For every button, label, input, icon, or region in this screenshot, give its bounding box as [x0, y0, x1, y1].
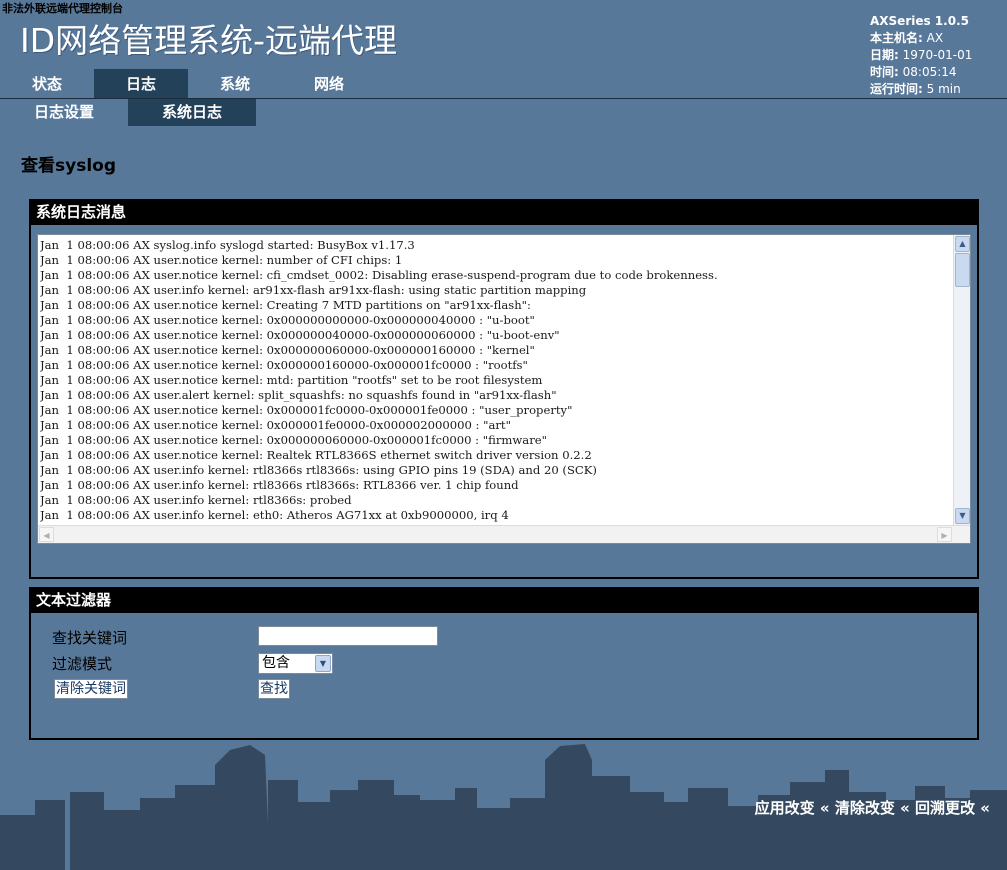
log-line: Jan 1 08:00:06 AX user.notice kernel: Cr…: [40, 298, 531, 312]
date-row: 日期: 1970-01-01: [870, 47, 972, 64]
separator-3: «: [980, 799, 990, 817]
search-button[interactable]: 查找: [258, 679, 290, 699]
keyword-input[interactable]: [258, 626, 438, 646]
tab-log[interactable]: 日志: [94, 69, 188, 99]
clear-keyword-button[interactable]: 清除关键词: [54, 679, 128, 699]
log-line: Jan 1 08:00:06 AX user.notice kernel: 0x…: [40, 343, 535, 357]
scroll-right-icon[interactable]: ▶: [937, 527, 952, 542]
log-line: Jan 1 08:00:06 AX user.info kernel: rtl8…: [40, 463, 597, 477]
tab-status[interactable]: 状态: [0, 69, 94, 99]
hostname-row: 本主机名: AX: [870, 30, 972, 47]
clear-changes-link[interactable]: 清除改变: [835, 799, 895, 817]
log-line: Jan 1 08:00:06 AX syslog.info syslogd st…: [40, 238, 415, 252]
sub-nav: 日志设置 系统日志: [0, 99, 1007, 126]
scroll-down-icon[interactable]: ▼: [955, 508, 970, 524]
subtab-log-settings[interactable]: 日志设置: [0, 99, 128, 126]
filter-mode-label: 过滤模式: [52, 655, 113, 673]
app-title: ID网络管理系统-远端代理: [20, 21, 398, 60]
scroll-up-icon[interactable]: ▲: [955, 236, 970, 252]
vertical-scrollbar[interactable]: ▲ ▼: [953, 235, 970, 525]
log-textarea[interactable]: Jan 1 08:00:06 AX syslog.info syslogd st…: [37, 234, 971, 544]
date-label: 日期:: [870, 48, 899, 62]
scroll-left-icon[interactable]: ◀: [39, 527, 54, 542]
log-line: Jan 1 08:00:06 AX user.info kernel: ar91…: [40, 283, 587, 297]
log-line: Jan 1 08:00:06 AX user.info kernel: eth0…: [40, 508, 509, 522]
log-line: Jan 1 08:00:06 AX user.info kernel: rtl8…: [40, 493, 352, 507]
main-nav: 状态 日志 系统 网络: [0, 69, 1007, 99]
filter-mode-value: 包含: [262, 655, 290, 671]
log-line: Jan 1 08:00:06 AX user.notice kernel: 0x…: [40, 313, 535, 327]
log-line: Jan 1 08:00:06 AX user.notice kernel: 0x…: [40, 328, 560, 342]
section-header: 文本过滤器: [31, 589, 977, 613]
tab-system[interactable]: 系统: [188, 69, 282, 99]
version-text: AXSeries 1.0.5: [870, 14, 969, 28]
log-line: Jan 1 08:00:06 AX user.notice kernel: 0x…: [40, 358, 528, 372]
page-title: 查看syslog: [21, 156, 116, 176]
log-line: Jan 1 08:00:06 AX user.notice kernel: mt…: [40, 373, 543, 387]
separator-2: «: [900, 799, 910, 817]
log-line: Jan 1 08:00:06 AX user.info kernel: rtl8…: [40, 478, 519, 492]
text-filter-section: 文本过滤器 查找关键词 过滤模式 包含 ▼ 清除关键词 查找: [29, 587, 979, 740]
date-value: 1970-01-01: [902, 48, 973, 62]
system-log-section: 系统日志消息 Jan 1 08:00:06 AX syslog.info sys…: [29, 199, 979, 579]
log-line: Jan 1 08:00:06 AX user.notice kernel: cf…: [40, 268, 718, 282]
chevron-down-icon[interactable]: ▼: [315, 655, 331, 672]
scroll-thumb[interactable]: [955, 253, 970, 287]
keyword-label: 查找关键词: [52, 629, 128, 647]
hostname-label: 本主机名:: [870, 31, 923, 45]
footer-actions: 应用改变 « 清除改变 « 回溯更改 «: [755, 797, 990, 818]
log-line: Jan 1 08:00:06 AX user.alert kernel: spl…: [40, 388, 557, 402]
log-line: Jan 1 08:00:06 AX user.notice kernel: Re…: [40, 448, 592, 462]
apply-changes-link[interactable]: 应用改变: [755, 799, 815, 817]
separator-1: «: [819, 799, 830, 817]
log-line: Jan 1 08:00:06 AX user.notice kernel: 0x…: [40, 403, 573, 417]
hostname-value: AX: [926, 31, 944, 45]
log-line: Jan 1 08:00:06 AX user.notice kernel: 0x…: [40, 433, 547, 447]
filter-mode-select[interactable]: 包含 ▼: [258, 653, 333, 674]
horizontal-scrollbar[interactable]: ◀ ▶: [38, 525, 970, 543]
section-header: 系统日志消息: [31, 201, 977, 225]
log-line: Jan 1 08:00:06 AX user.notice kernel: 0x…: [40, 418, 511, 432]
log-content: Jan 1 08:00:06 AX syslog.info syslogd st…: [40, 238, 952, 523]
log-line: Jan 1 08:00:06 AX user.notice kernel: nu…: [40, 253, 403, 267]
subtab-system-log[interactable]: 系统日志: [128, 99, 256, 126]
tab-network[interactable]: 网络: [282, 69, 376, 99]
revert-changes-link[interactable]: 回溯更改: [915, 799, 975, 817]
